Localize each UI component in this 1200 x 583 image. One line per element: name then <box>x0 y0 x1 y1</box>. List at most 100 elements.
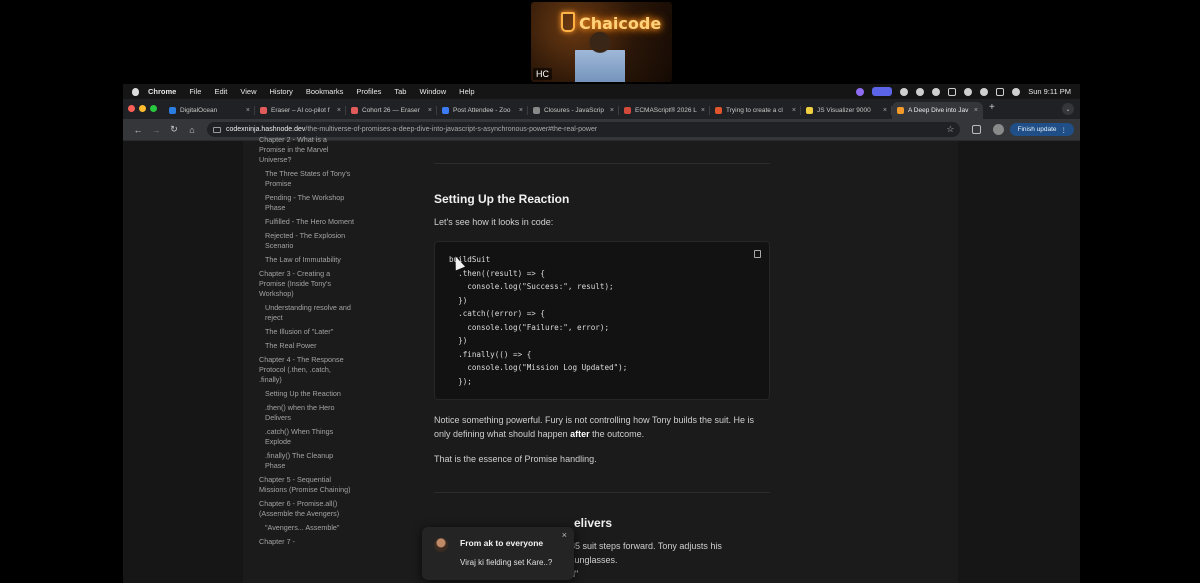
menu-tab[interactable]: Tab <box>394 87 406 96</box>
battery-icon[interactable] <box>948 87 957 96</box>
browser-tab[interactable]: JS Visualizer 9000 × <box>801 102 892 119</box>
toc-item[interactable]: Rejected - The Explosion Scenario <box>259 231 354 251</box>
status-icon-2[interactable] <box>916 87 925 96</box>
toc-item[interactable]: Understanding resolve and reject <box>259 303 354 323</box>
chat-message: Viraj ki fielding set Kare..? <box>460 558 553 567</box>
menu-history[interactable]: History <box>270 87 293 96</box>
chat-notification[interactable]: From ak to everyone Viraj ki fielding se… <box>422 527 574 580</box>
copy-icon[interactable] <box>754 250 761 258</box>
status-icon-3[interactable] <box>932 87 941 96</box>
zoom-share-icon[interactable] <box>872 87 893 96</box>
toc-item[interactable]: The Law of Immutability <box>259 255 354 265</box>
intro-paragraph: Let's see how it looks in code: <box>434 217 554 227</box>
code-line: buildSuit <box>449 255 491 264</box>
menu-window[interactable]: Window <box>419 87 446 96</box>
zoom-window-button[interactable] <box>150 104 157 112</box>
browser-tab[interactable]: Closures - JavaScrip × <box>528 102 619 119</box>
menu-help[interactable]: Help <box>459 87 474 96</box>
toc-item[interactable]: .catch() When Things Explode <box>259 427 354 447</box>
back-arrow-icon[interactable]: ← <box>129 125 147 135</box>
toc-item[interactable]: "Avengers... Assemble" <box>259 523 354 533</box>
code-lines: buildSuit .then((result) => { console.lo… <box>449 253 755 388</box>
toc-item[interactable]: .finally() The Cleanup Phase <box>259 451 354 471</box>
bluetooth-icon[interactable] <box>964 87 973 96</box>
toc-item[interactable]: Chapter 3 - Creating a Promise (Inside T… <box>259 269 354 299</box>
browser-tab[interactable]: Trying to create a cl × <box>710 102 801 119</box>
address-path: /the-multiverse-of-promises-a-deep-dive-… <box>305 126 598 133</box>
neon-cup-sign <box>561 12 575 32</box>
tab-close-icon[interactable]: × <box>519 107 523 114</box>
tab-title: Post Attendee - Zoo <box>453 107 511 114</box>
tab-favicon-icon <box>533 107 540 114</box>
tab-favicon-icon <box>169 107 176 114</box>
toc-item[interactable]: The Illusion of "Later" <box>259 327 354 337</box>
tab-close-icon[interactable]: × <box>337 107 341 114</box>
browser-tab-strip: DigitalOcean × Eraser – AI co-pilot f × Coho… <box>123 99 1080 119</box>
finish-update-button[interactable]: Finish update ⋮ <box>1010 123 1074 136</box>
status-app-icon[interactable] <box>856 87 865 96</box>
tab-title: ECMAScript® 2026 L <box>635 107 697 114</box>
spotlight-icon[interactable] <box>1012 87 1021 96</box>
browser-tab[interactable]: DigitalOcean × <box>164 102 255 119</box>
para-text-end: the outcome. <box>589 429 645 439</box>
tab-favicon-icon <box>806 107 813 114</box>
browser-tab[interactable]: Cohort 26 — Eraser × <box>346 102 437 119</box>
toc-item[interactable]: Pending - The Workshop Phase <box>259 193 354 213</box>
code-line: }) <box>449 336 468 345</box>
forward-arrow-icon[interactable]: → <box>147 125 165 135</box>
toc-item[interactable]: Fulfilled - The Hero Moment <box>259 217 354 227</box>
toc-item[interactable]: Chapter 7 - <box>259 537 354 547</box>
tab-close-icon[interactable]: × <box>974 107 978 114</box>
toc-item[interactable]: .then() when the Hero Delivers <box>259 403 354 423</box>
browser-tab[interactable]: Eraser – AI co-pilot f × <box>255 102 346 119</box>
menu-file[interactable]: File <box>189 87 201 96</box>
minimize-window-button[interactable] <box>139 104 146 112</box>
browser-tab[interactable]: ECMAScript® 2026 L × <box>619 102 710 119</box>
menu-edit[interactable]: Edit <box>214 87 227 96</box>
table-of-contents: Chapter 2 - What is a Promise in the Mar… <box>259 135 354 551</box>
home-icon[interactable]: ⌂ <box>183 125 201 135</box>
control-center-icon[interactable] <box>996 87 1005 96</box>
close-icon[interactable]: × <box>562 530 567 540</box>
toc-item[interactable]: Chapter 6 - Promise.all() (Assemble the … <box>259 499 354 519</box>
tab-close-icon[interactable]: × <box>428 107 432 114</box>
menu-bookmarks[interactable]: Bookmarks <box>306 87 344 96</box>
sender-avatar <box>434 538 448 552</box>
tab-title: Eraser – AI co-pilot f <box>271 107 330 114</box>
site-info-icon[interactable] <box>213 126 221 133</box>
reload-icon[interactable]: ↻ <box>165 124 183 135</box>
toc-item[interactable]: The Real Power <box>259 341 354 351</box>
browser-tab[interactable]: A Deep Dive into Jav × <box>892 102 983 119</box>
tab-favicon-icon <box>442 107 449 114</box>
wifi-icon[interactable] <box>980 87 989 96</box>
code-line: }) <box>449 295 468 305</box>
bookmark-star-icon[interactable]: ☆ <box>946 124 954 135</box>
profile-avatar[interactable] <box>993 124 1005 135</box>
code-block: buildSuit .then((result) => { console.lo… <box>434 241 770 400</box>
new-tab-button[interactable]: + <box>983 102 1001 116</box>
presenter-video <box>575 30 625 82</box>
code-line: .catch((error) => { <box>449 309 546 318</box>
toc-item[interactable]: Chapter 2 - What is a Promise in the Mar… <box>259 135 354 165</box>
menu-app-name[interactable]: Chrome <box>148 87 176 96</box>
apple-icon[interactable] <box>132 87 139 96</box>
tab-close-icon[interactable]: × <box>883 107 887 114</box>
tab-close-icon[interactable]: × <box>610 107 614 114</box>
tab-close-icon[interactable]: × <box>792 107 796 114</box>
menu-view[interactable]: View <box>240 87 256 96</box>
tab-close-icon[interactable]: × <box>246 107 250 114</box>
tab-close-icon[interactable]: × <box>701 107 705 114</box>
tab-title: JS Visualizer 9000 <box>817 107 871 114</box>
toc-item[interactable]: Setting Up the Reaction <box>259 389 354 399</box>
menubar-clock[interactable]: Sun 9:11 PM <box>1028 87 1071 96</box>
status-icon-1[interactable] <box>900 87 909 96</box>
tab-search-button[interactable]: ⌄ <box>1062 103 1074 115</box>
close-window-button[interactable] <box>128 104 135 112</box>
menu-profiles[interactable]: Profiles <box>356 87 381 96</box>
browser-tab[interactable]: Post Attendee - Zoo × <box>437 102 528 119</box>
web-page: Chapter 2 - What is a Promise in the Mar… <box>123 135 1080 583</box>
extensions-icon[interactable] <box>972 125 982 134</box>
toc-item[interactable]: Chapter 4 - The Response Protocol (.then… <box>259 355 354 385</box>
toc-item[interactable]: Chapter 5 - Sequential Missions (Promise… <box>259 475 354 495</box>
toc-item[interactable]: The Three States of Tony's Promise <box>259 169 354 189</box>
